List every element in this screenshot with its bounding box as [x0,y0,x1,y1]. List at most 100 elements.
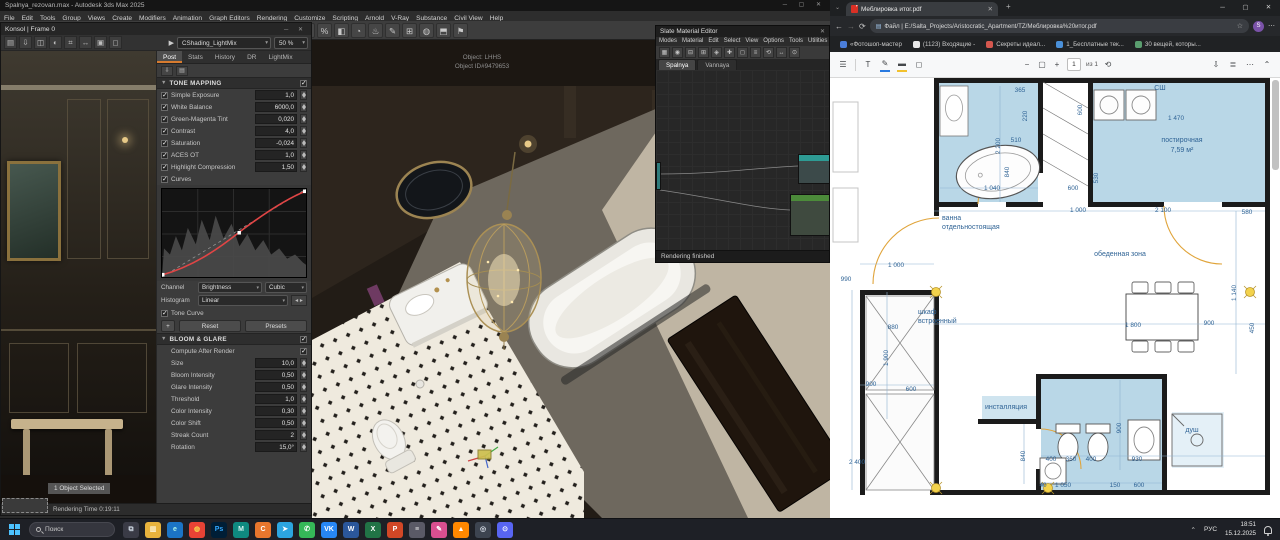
telegram-icon[interactable]: ➤ [277,522,293,538]
sme-toolbar-icon-5[interactable]: ✚ [724,47,735,58]
checkbox-icon[interactable] [161,164,168,171]
vfb-titlebar[interactable]: Konsol | Frame 0 ─ ✕ [1,23,311,35]
spinner-icon[interactable] [300,102,307,112]
sme-tab-spalnya[interactable]: Spalnya [658,59,696,70]
menu-10[interactable]: Customize [294,14,325,21]
sme-toolbar-icon-1[interactable]: ◉ [672,47,683,58]
menu-12[interactable]: Arnold [365,14,384,21]
section-checkbox[interactable] [300,80,307,87]
zoom-in-icon[interactable]: + [1052,59,1062,71]
obs-icon[interactable]: ◎ [475,522,491,538]
paint-icon[interactable]: ✎ [431,522,447,538]
pdf-highlight-tool-icon[interactable]: ▬ [897,58,907,72]
sme-toolbar-icon-0[interactable]: ▦ [659,47,670,58]
param-value-field[interactable]: 4,0 [255,126,297,136]
notepad-icon[interactable]: ≡ [409,522,425,538]
tray-overflow-icon[interactable]: ⌃ [1191,526,1196,534]
histogram-select[interactable]: Linear [198,295,288,306]
tone-mapping-header[interactable]: ▼ TONE MAPPING [157,77,311,89]
spinner-icon[interactable] [300,406,307,416]
max-toolbar-icon-8[interactable]: ⬒ [436,23,451,38]
checkbox-icon[interactable] [161,128,168,135]
pdf-erase-tool-icon[interactable]: ◻ [914,59,924,71]
bloom-glare-header[interactable]: ▼ BLOOM & GLARE [157,333,311,345]
menu-4[interactable]: Views [88,14,105,21]
sme-toolbar-icon-6[interactable]: ◻ [737,47,748,58]
vfb-tab-post[interactable]: Post [157,51,182,63]
bookmark-1[interactable]: (1123) Входящие - [913,41,975,48]
spinner-icon[interactable] [300,418,307,428]
sme-menu-1[interactable]: Material [682,37,703,46]
zoom-out-icon[interactable]: − [1022,59,1032,71]
menu-3[interactable]: Group [62,14,80,21]
checkbox-icon[interactable] [161,140,168,147]
discord-icon[interactable]: ⊙ [497,522,513,538]
material-node[interactable] [790,194,829,236]
whatsapp-icon[interactable]: ✆ [299,522,315,538]
param-value-field[interactable]: 15,0° [255,442,297,452]
menu-8[interactable]: Graph Editors [209,14,250,21]
refresh-icon[interactable]: ⟳ [859,22,866,31]
checkbox-icon[interactable] [161,152,168,159]
window-controls[interactable]: ─ ▢ ✕ [783,0,826,11]
spinner-icon[interactable] [300,138,307,148]
menu-0[interactable]: File [4,14,15,21]
param-value-field[interactable]: 6000,0 [255,102,297,112]
spinner-icon[interactable] [300,162,307,172]
param-value-field[interactable]: 1,50 [255,162,297,172]
collapse-arrow-icon[interactable]: ▼ [161,80,166,86]
section-checkbox[interactable] [300,336,307,343]
sme-toolbar-icon-9[interactable]: ↔ [776,47,787,58]
url-field[interactable]: ▤ Файл | E:/Salta_Projects/Aristocratic_… [870,19,1249,33]
word-icon[interactable]: W [343,522,359,538]
vfb-toolbar-icon-7[interactable]: ◻ [109,36,122,49]
add-point-button[interactable]: + [161,320,175,332]
spinner-icon[interactable] [300,430,307,440]
3ds-max-icon[interactable]: M [233,522,249,538]
collapse-arrow-icon[interactable]: ▼ [161,336,166,342]
3dsmax-titlebar[interactable]: Spalnya_rezovan.max - Autodesk 3ds Max 2… [0,0,830,11]
presets-button[interactable]: Presets [245,320,307,332]
pdf-draw-tool-icon[interactable]: ✎ [880,58,890,72]
chrome-browser-icon[interactable]: ◍ [189,522,205,538]
close-icon[interactable]: ✕ [1257,0,1280,16]
param-value-field[interactable]: 0,50 [255,370,297,380]
tab-close-icon[interactable]: ✕ [988,5,993,13]
profile-avatar[interactable]: S [1253,21,1264,32]
copy-image-icon[interactable]: ▤ [176,66,188,76]
new-tab-icon[interactable]: + [1006,2,1011,11]
print-icon[interactable]: ≣ [1228,59,1238,71]
param-value-field[interactable]: 0,50 [255,418,297,428]
render-element-dropdown[interactable]: CShading_LightMix [177,37,271,49]
vk-icon[interactable]: VK [321,522,337,538]
language-indicator[interactable]: РУС [1204,526,1217,533]
reset-button[interactable]: Reset [179,320,241,332]
checkbox-icon[interactable] [161,92,168,99]
param-value-field[interactable]: 0,020 [255,114,297,124]
spinner-icon[interactable] [300,442,307,452]
menu-15[interactable]: Civil View [454,14,482,21]
spinner-icon[interactable] [300,370,307,380]
param-value-field[interactable]: 10,0 [255,358,297,368]
tab-search-icon[interactable]: ⌄ [835,4,840,11]
vfb-toolbar-icon-2[interactable]: ◫ [34,36,47,49]
checkbox-icon[interactable] [161,176,168,183]
pdf-menu-icon[interactable]: ☰ [838,59,848,71]
spinner-icon[interactable] [300,358,307,368]
histogram-nav-icon[interactable]: ◂ ▸ [291,295,307,306]
max-toolbar-icon-9[interactable]: ⚑ [453,23,468,38]
max-toolbar-icon-4[interactable]: ♨ [368,23,383,38]
sme-menu-5[interactable]: Options [763,37,784,46]
checkbox-icon[interactable] [161,104,168,111]
sme-toolbar-icon-3[interactable]: ⊞ [698,47,709,58]
maximize-icon[interactable]: ▢ [1234,0,1257,16]
max-toolbar-icon-6[interactable]: ⊞ [402,23,417,38]
material-node-partial[interactable] [656,162,661,190]
max-toolbar-icon-3[interactable]: ◔ [351,23,366,38]
menu-2[interactable]: Tools [40,14,55,21]
checkbox-icon[interactable] [300,348,307,355]
max-toolbar-icon-7[interactable]: ◍ [419,23,434,38]
minimize-icon[interactable]: ─ [1211,0,1234,16]
param-value-field[interactable]: 0,30 [255,406,297,416]
clock[interactable]: 18:51 15.12.2025 [1225,521,1256,539]
